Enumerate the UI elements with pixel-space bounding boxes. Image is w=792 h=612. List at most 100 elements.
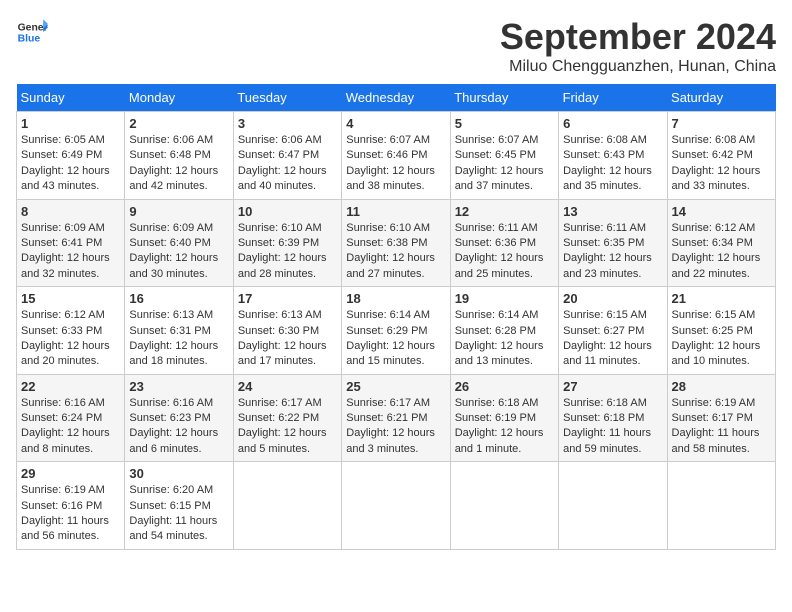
calendar-cell: 26 Sunrise: 6:18 AM Sunset: 6:19 PM Dayl… xyxy=(450,374,558,462)
weekday-header: Tuesday xyxy=(233,84,341,112)
header: General Blue September 2024 Miluo Chengg… xyxy=(16,16,776,76)
calendar-cell xyxy=(233,462,341,550)
location-title: Miluo Chengguanzhen, Hunan, China xyxy=(500,58,776,76)
calendar-cell: 2 Sunrise: 6:06 AM Sunset: 6:48 PM Dayli… xyxy=(125,112,233,200)
weekday-header: Thursday xyxy=(450,84,558,112)
day-number: 3 xyxy=(238,116,337,131)
calendar-cell xyxy=(667,462,775,550)
calendar-week-row: 1 Sunrise: 6:05 AM Sunset: 6:49 PM Dayli… xyxy=(17,112,776,200)
calendar-week-row: 15 Sunrise: 6:12 AM Sunset: 6:33 PM Dayl… xyxy=(17,287,776,375)
calendar-cell: 29 Sunrise: 6:19 AM Sunset: 6:16 PM Dayl… xyxy=(17,462,125,550)
calendar-cell xyxy=(559,462,667,550)
day-info: Sunrise: 6:05 AM Sunset: 6:49 PM Dayligh… xyxy=(21,133,120,195)
day-info: Sunrise: 6:12 AM Sunset: 6:34 PM Dayligh… xyxy=(672,221,771,283)
day-info: Sunrise: 6:16 AM Sunset: 6:23 PM Dayligh… xyxy=(129,396,228,458)
calendar-cell: 19 Sunrise: 6:14 AM Sunset: 6:28 PM Dayl… xyxy=(450,287,558,375)
day-number: 17 xyxy=(238,291,337,306)
title-area: September 2024 Miluo Chengguanzhen, Huna… xyxy=(500,16,776,76)
calendar-cell: 14 Sunrise: 6:12 AM Sunset: 6:34 PM Dayl… xyxy=(667,199,775,287)
calendar-week-row: 8 Sunrise: 6:09 AM Sunset: 6:41 PM Dayli… xyxy=(17,199,776,287)
day-info: Sunrise: 6:07 AM Sunset: 6:46 PM Dayligh… xyxy=(346,133,445,195)
day-number: 5 xyxy=(455,116,554,131)
day-number: 1 xyxy=(21,116,120,131)
calendar-cell: 9 Sunrise: 6:09 AM Sunset: 6:40 PM Dayli… xyxy=(125,199,233,287)
day-number: 16 xyxy=(129,291,228,306)
day-number: 26 xyxy=(455,379,554,394)
weekday-header: Monday xyxy=(125,84,233,112)
day-number: 7 xyxy=(672,116,771,131)
calendar-week-row: 22 Sunrise: 6:16 AM Sunset: 6:24 PM Dayl… xyxy=(17,374,776,462)
calendar-cell: 7 Sunrise: 6:08 AM Sunset: 6:42 PM Dayli… xyxy=(667,112,775,200)
svg-text:Blue: Blue xyxy=(18,34,41,45)
weekday-header: Sunday xyxy=(17,84,125,112)
month-title: September 2024 xyxy=(500,16,776,58)
calendar-week-row: 29 Sunrise: 6:19 AM Sunset: 6:16 PM Dayl… xyxy=(17,462,776,550)
calendar-cell: 21 Sunrise: 6:15 AM Sunset: 6:25 PM Dayl… xyxy=(667,287,775,375)
day-number: 13 xyxy=(563,204,662,219)
day-number: 28 xyxy=(672,379,771,394)
day-number: 6 xyxy=(563,116,662,131)
day-info: Sunrise: 6:08 AM Sunset: 6:42 PM Dayligh… xyxy=(672,133,771,195)
calendar-cell: 28 Sunrise: 6:19 AM Sunset: 6:17 PM Dayl… xyxy=(667,374,775,462)
calendar-cell: 27 Sunrise: 6:18 AM Sunset: 6:18 PM Dayl… xyxy=(559,374,667,462)
calendar-cell: 23 Sunrise: 6:16 AM Sunset: 6:23 PM Dayl… xyxy=(125,374,233,462)
calendar-cell: 17 Sunrise: 6:13 AM Sunset: 6:30 PM Dayl… xyxy=(233,287,341,375)
calendar-cell: 4 Sunrise: 6:07 AM Sunset: 6:46 PM Dayli… xyxy=(342,112,450,200)
day-info: Sunrise: 6:11 AM Sunset: 6:35 PM Dayligh… xyxy=(563,221,662,283)
day-number: 25 xyxy=(346,379,445,394)
day-info: Sunrise: 6:19 AM Sunset: 6:17 PM Dayligh… xyxy=(672,396,771,458)
day-number: 29 xyxy=(21,466,120,481)
day-info: Sunrise: 6:09 AM Sunset: 6:41 PM Dayligh… xyxy=(21,221,120,283)
day-number: 24 xyxy=(238,379,337,394)
day-number: 21 xyxy=(672,291,771,306)
day-info: Sunrise: 6:07 AM Sunset: 6:45 PM Dayligh… xyxy=(455,133,554,195)
calendar-cell: 20 Sunrise: 6:15 AM Sunset: 6:27 PM Dayl… xyxy=(559,287,667,375)
day-number: 9 xyxy=(129,204,228,219)
day-info: Sunrise: 6:12 AM Sunset: 6:33 PM Dayligh… xyxy=(21,308,120,370)
calendar-cell: 6 Sunrise: 6:08 AM Sunset: 6:43 PM Dayli… xyxy=(559,112,667,200)
weekday-header: Saturday xyxy=(667,84,775,112)
day-info: Sunrise: 6:15 AM Sunset: 6:25 PM Dayligh… xyxy=(672,308,771,370)
logo: General Blue xyxy=(16,16,48,48)
calendar-cell: 18 Sunrise: 6:14 AM Sunset: 6:29 PM Dayl… xyxy=(342,287,450,375)
calendar-cell: 30 Sunrise: 6:20 AM Sunset: 6:15 PM Dayl… xyxy=(125,462,233,550)
day-number: 11 xyxy=(346,204,445,219)
day-number: 15 xyxy=(21,291,120,306)
calendar-table: SundayMondayTuesdayWednesdayThursdayFrid… xyxy=(16,84,776,550)
day-number: 30 xyxy=(129,466,228,481)
day-number: 14 xyxy=(672,204,771,219)
day-info: Sunrise: 6:10 AM Sunset: 6:39 PM Dayligh… xyxy=(238,221,337,283)
calendar-cell xyxy=(450,462,558,550)
day-number: 2 xyxy=(129,116,228,131)
day-info: Sunrise: 6:06 AM Sunset: 6:48 PM Dayligh… xyxy=(129,133,228,195)
calendar-cell: 11 Sunrise: 6:10 AM Sunset: 6:38 PM Dayl… xyxy=(342,199,450,287)
day-number: 8 xyxy=(21,204,120,219)
calendar-cell: 10 Sunrise: 6:10 AM Sunset: 6:39 PM Dayl… xyxy=(233,199,341,287)
calendar-cell: 5 Sunrise: 6:07 AM Sunset: 6:45 PM Dayli… xyxy=(450,112,558,200)
calendar-cell: 12 Sunrise: 6:11 AM Sunset: 6:36 PM Dayl… xyxy=(450,199,558,287)
day-info: Sunrise: 6:14 AM Sunset: 6:29 PM Dayligh… xyxy=(346,308,445,370)
calendar-cell: 13 Sunrise: 6:11 AM Sunset: 6:35 PM Dayl… xyxy=(559,199,667,287)
day-info: Sunrise: 6:17 AM Sunset: 6:21 PM Dayligh… xyxy=(346,396,445,458)
calendar-cell xyxy=(342,462,450,550)
day-number: 27 xyxy=(563,379,662,394)
day-info: Sunrise: 6:18 AM Sunset: 6:18 PM Dayligh… xyxy=(563,396,662,458)
day-info: Sunrise: 6:13 AM Sunset: 6:31 PM Dayligh… xyxy=(129,308,228,370)
calendar-cell: 8 Sunrise: 6:09 AM Sunset: 6:41 PM Dayli… xyxy=(17,199,125,287)
day-info: Sunrise: 6:13 AM Sunset: 6:30 PM Dayligh… xyxy=(238,308,337,370)
weekday-header-row: SundayMondayTuesdayWednesdayThursdayFrid… xyxy=(17,84,776,112)
day-info: Sunrise: 6:18 AM Sunset: 6:19 PM Dayligh… xyxy=(455,396,554,458)
calendar-cell: 15 Sunrise: 6:12 AM Sunset: 6:33 PM Dayl… xyxy=(17,287,125,375)
day-number: 10 xyxy=(238,204,337,219)
calendar-cell: 22 Sunrise: 6:16 AM Sunset: 6:24 PM Dayl… xyxy=(17,374,125,462)
day-info: Sunrise: 6:15 AM Sunset: 6:27 PM Dayligh… xyxy=(563,308,662,370)
weekday-header: Friday xyxy=(559,84,667,112)
weekday-header: Wednesday xyxy=(342,84,450,112)
calendar-cell: 25 Sunrise: 6:17 AM Sunset: 6:21 PM Dayl… xyxy=(342,374,450,462)
day-info: Sunrise: 6:20 AM Sunset: 6:15 PM Dayligh… xyxy=(129,483,228,545)
day-number: 19 xyxy=(455,291,554,306)
calendar-cell: 3 Sunrise: 6:06 AM Sunset: 6:47 PM Dayli… xyxy=(233,112,341,200)
day-number: 20 xyxy=(563,291,662,306)
day-number: 12 xyxy=(455,204,554,219)
day-info: Sunrise: 6:10 AM Sunset: 6:38 PM Dayligh… xyxy=(346,221,445,283)
